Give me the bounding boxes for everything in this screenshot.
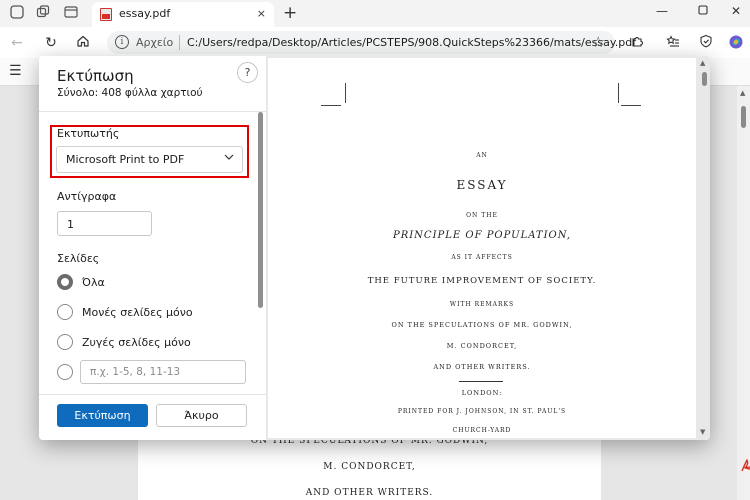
preview-line: THE FUTURE IMPROVEMENT OF SOCIETY.: [367, 276, 597, 286]
page-range-placeholder: π.χ. 1-5, 8, 11-13: [90, 366, 181, 378]
copies-label: Αντίγραφα: [57, 190, 117, 203]
pdf-file-icon: [100, 8, 112, 21]
favorites-bar-icon[interactable]: [664, 34, 682, 52]
address-url[interactable]: C:/Users/redpa/Desktop/Articles/PCSTEPS/…: [187, 36, 636, 49]
preview-line: ON THE: [466, 212, 498, 219]
pages-option-custom[interactable]: [57, 364, 77, 382]
title-bar: essay.pdf × + — ✕: [0, 0, 750, 27]
viewer-scrollbar[interactable]: ▲: [737, 86, 750, 500]
radio-button[interactable]: [57, 334, 73, 350]
radio-button[interactable]: [57, 364, 73, 380]
tab-title: essay.pdf: [119, 7, 171, 20]
minimize-icon[interactable]: —: [653, 4, 671, 18]
favorite-star-icon[interactable]: ☆: [592, 33, 605, 51]
tab-essay-pdf[interactable]: essay.pdf ×: [92, 2, 274, 27]
print-dialog: Εκτύπωση Σύνολο: 408 φύλλα χαρτιού ? Εκτ…: [39, 56, 710, 440]
preview-scrollbar[interactable]: ▲ ▼: [698, 58, 710, 438]
new-tab-icon[interactable]: +: [283, 3, 297, 23]
preview-line: WITH REMARKS: [449, 301, 515, 308]
preview-line: CHURCH-YARD: [452, 427, 512, 434]
preview-line: AND OTHER WRITERS.: [433, 363, 531, 371]
preview-page: AN ESSAY ON THE PRINCIPLE OF POPULATION,…: [268, 58, 696, 438]
preview-line: PRINCIPLE OF POPULATION,: [392, 230, 572, 241]
bg-page-line: AND OTHER WRITERS.: [305, 488, 434, 498]
browser-essentials-icon[interactable]: [697, 34, 715, 52]
close-tab-icon[interactable]: ×: [257, 7, 266, 20]
settings-scrollbar[interactable]: [258, 112, 264, 392]
crop-mark: [345, 83, 346, 103]
preview-line: AS IT AFFECTS: [451, 254, 513, 261]
dialog-title: Εκτύπωση: [57, 67, 134, 85]
copies-value: 1: [67, 218, 74, 231]
pages-option-label: Μονές σελίδες μόνο: [82, 306, 193, 319]
contents-list-icon[interactable]: ☰: [9, 63, 22, 79]
workspaces-icon[interactable]: [9, 5, 25, 21]
preview-line: LONDON:: [461, 389, 503, 397]
copilot-icon[interactable]: [727, 34, 745, 52]
crop-mark: [618, 83, 619, 103]
settings-scroll-thumb[interactable]: [258, 112, 263, 308]
preview-line: AN: [476, 152, 488, 159]
footer-divider: [39, 394, 266, 395]
scroll-down-icon[interactable]: ▼: [700, 428, 705, 436]
crop-mark: [321, 105, 341, 106]
copies-input[interactable]: 1: [57, 211, 152, 236]
print-settings-panel: Εκτύπωση Σύνολο: 408 φύλλα χαρτιού ? Εκτ…: [39, 56, 266, 440]
preview-rule: [459, 381, 503, 382]
sheet-count: Σύνολο: 408 φύλλα χαρτιού: [57, 87, 203, 99]
pages-option-all[interactable]: Όλα: [57, 274, 257, 292]
pages-option-even[interactable]: Ζυγές σελίδες μόνο: [57, 334, 257, 352]
header-divider: [39, 111, 266, 112]
pages-option-odd[interactable]: Μονές σελίδες μόνο: [57, 304, 257, 322]
address-separator: [179, 35, 180, 50]
acrobat-icon[interactable]: [739, 458, 750, 478]
help-button[interactable]: ?: [237, 62, 258, 83]
printer-select[interactable]: Microsoft Print to PDF: [56, 146, 243, 173]
refresh-icon[interactable]: ↻: [42, 34, 60, 52]
crop-mark: [621, 105, 641, 106]
info-icon[interactable]: i: [115, 35, 129, 49]
collections-icon[interactable]: [35, 5, 51, 21]
pages-label: Σελίδες: [57, 252, 100, 265]
bg-page-line: M. CONDORCET,: [323, 462, 416, 472]
address-field[interactable]: i Αρχείο C:/Users/redpa/Desktop/Articles…: [107, 31, 636, 54]
preview-line: ON THE SPECULATIONS OF MR. GODWIN,: [391, 321, 573, 329]
back-icon[interactable]: ←: [8, 34, 26, 52]
pages-option-label: Ζυγές σελίδες μόνο: [82, 336, 191, 349]
viewer-scroll-thumb[interactable]: [741, 106, 746, 128]
printer-selected-value: Microsoft Print to PDF: [66, 153, 185, 166]
close-window-icon[interactable]: ✕: [727, 4, 745, 18]
chevron-down-icon: [224, 154, 234, 160]
cancel-button[interactable]: Άκυρο: [156, 404, 247, 427]
scroll-up-icon[interactable]: ▲: [740, 89, 745, 97]
address-scheme: Αρχείο: [136, 36, 174, 49]
extensions-icon[interactable]: [628, 34, 646, 52]
print-button[interactable]: Εκτύπωση: [57, 404, 148, 427]
scroll-up-icon[interactable]: ▲: [700, 59, 705, 67]
preview-line: M. CONDORCET,: [446, 342, 518, 350]
page-range-input[interactable]: π.χ. 1-5, 8, 11-13: [80, 360, 246, 384]
radio-button-checked[interactable]: [57, 274, 73, 290]
pages-option-label: Όλα: [82, 276, 105, 289]
preview-line: ESSAY: [456, 178, 508, 192]
preview-line: PRINTED FOR J. JOHNSON, IN ST. PAUL'S: [397, 408, 567, 415]
preview-scroll-thumb[interactable]: [702, 72, 707, 86]
home-icon[interactable]: [74, 34, 92, 52]
print-preview-area: AN ESSAY ON THE PRINCIPLE OF POPULATION,…: [266, 56, 710, 440]
vertical-tabs-icon[interactable]: [63, 5, 79, 21]
radio-button[interactable]: [57, 304, 73, 320]
address-toolbar: ← ↻ i Αρχείο C:/Users/redpa/Desktop/Arti…: [0, 27, 750, 58]
maximize-icon[interactable]: [694, 4, 712, 18]
